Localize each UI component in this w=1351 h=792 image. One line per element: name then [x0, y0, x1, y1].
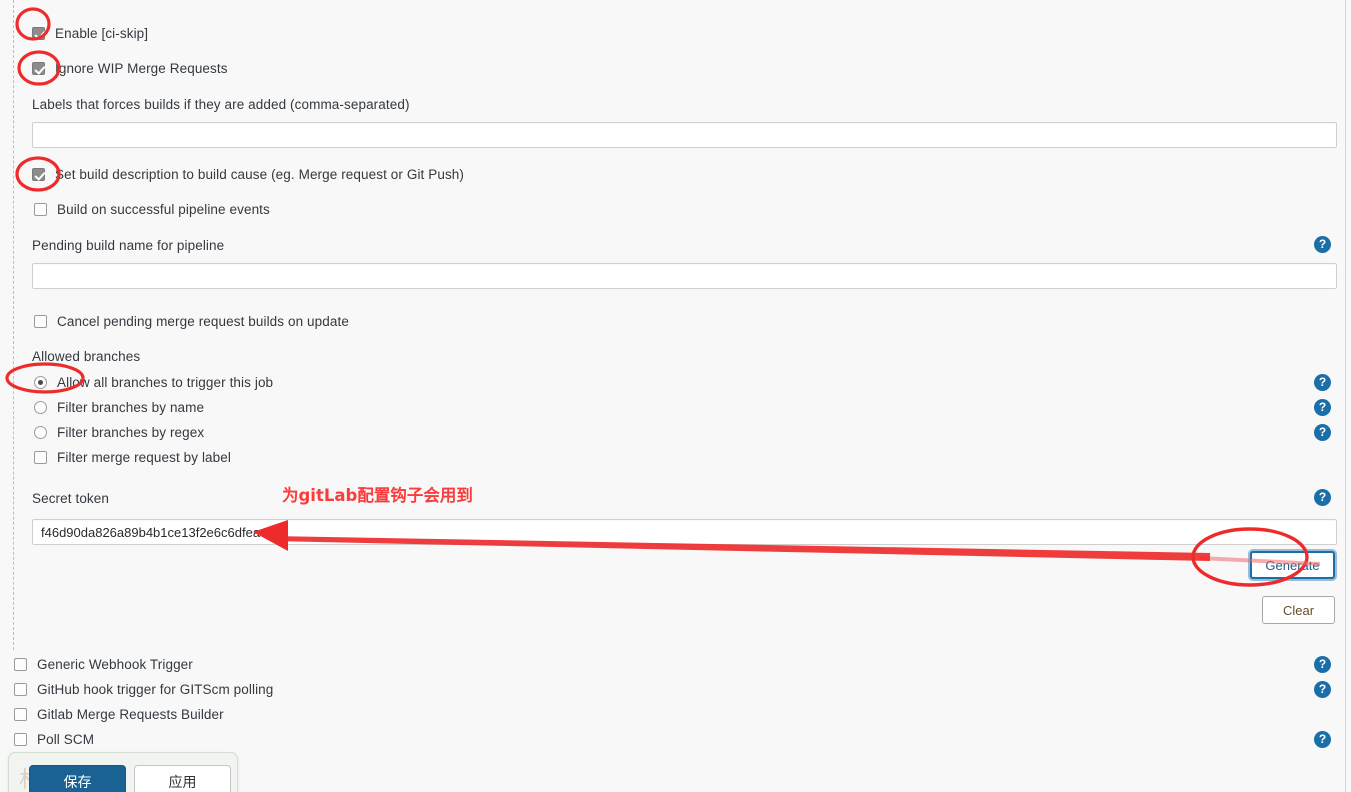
apply-button[interactable]: 应用 [134, 765, 231, 792]
label-set-build-description: Set build description to build cause (eg… [55, 167, 465, 182]
row-ignore-wip-merge-requests[interactable]: Ignore WIP Merge Requests [32, 61, 228, 76]
section-dashed-guide [13, 0, 14, 650]
help-icon-secret-token[interactable]: ? [1314, 489, 1331, 506]
generate-token-button[interactable]: Generate [1250, 551, 1335, 579]
label-filter-branches-by-name: Filter branches by name [57, 400, 205, 415]
clear-token-button[interactable]: Clear [1262, 596, 1335, 624]
row-github-hook-trigger[interactable]: GitHub hook trigger for GITScm polling [14, 682, 273, 697]
row-filter-merge-request-by-label[interactable]: Filter merge request by label [34, 450, 231, 465]
radio-filter-branches-by-regex[interactable] [34, 426, 47, 439]
row-set-build-description[interactable]: Set build description to build cause (eg… [32, 167, 464, 182]
help-icon-pending-build-name[interactable]: ? [1314, 236, 1331, 253]
row-poll-scm[interactable]: Poll SCM [14, 732, 94, 747]
row-generic-webhook-trigger[interactable]: Generic Webhook Trigger [14, 657, 193, 672]
label-build-on-pipeline-events: Build on successful pipeline events [57, 202, 270, 217]
label-enable-ci-skip: Enable [ci-skip] [55, 26, 149, 41]
checkbox-set-build-description[interactable] [32, 168, 45, 181]
label-labels-forces-builds: Labels that forces builds if they are ad… [32, 97, 410, 112]
right-panel-divider [1345, 0, 1346, 792]
label-pending-build-name: Pending build name for pipeline [32, 238, 225, 253]
row-radio-filter-branches-by-regex[interactable]: Filter branches by regex [34, 425, 204, 440]
help-icon-generic-webhook-trigger[interactable]: ? [1314, 656, 1331, 673]
label-cancel-pending-builds: Cancel pending merge request builds on u… [57, 314, 349, 329]
label-poll-scm: Poll SCM [37, 732, 95, 747]
annotation-overlay [5, 7, 1320, 587]
input-secret-token[interactable] [32, 519, 1337, 545]
label-filter-branches-by-regex: Filter branches by regex [57, 425, 205, 440]
row-enable-ci-skip[interactable]: Enable [ci-skip] [32, 26, 148, 41]
help-icon-allow-all-branches[interactable]: ? [1314, 374, 1331, 391]
label-allow-all-branches: Allow all branches to trigger this job [57, 375, 274, 390]
label-github-hook-trigger: GitHub hook trigger for GITScm polling [37, 682, 274, 697]
checkbox-poll-scm[interactable] [14, 733, 27, 746]
label-filter-merge-request-by-label: Filter merge request by label [57, 450, 231, 465]
floating-save-bar: 材 保存 应用 [8, 752, 238, 792]
radio-filter-branches-by-name[interactable] [34, 401, 47, 414]
checkbox-generic-webhook-trigger[interactable] [14, 658, 27, 671]
row-radio-filter-branches-by-name[interactable]: Filter branches by name [34, 400, 204, 415]
checkbox-gitlab-merge-requests-builder[interactable] [14, 708, 27, 721]
checkbox-github-hook-trigger[interactable] [14, 683, 27, 696]
help-icon-poll-scm[interactable]: ? [1314, 731, 1331, 748]
row-cancel-pending-builds[interactable]: Cancel pending merge request builds on u… [34, 314, 349, 329]
jenkins-gitlab-trigger-config-page: Enable [ci-skip] Ignore WIP Merge Reques… [0, 0, 1351, 792]
save-button[interactable]: 保存 [29, 765, 126, 792]
label-secret-token: Secret token [32, 491, 109, 506]
label-generic-webhook-trigger: Generic Webhook Trigger [37, 657, 193, 672]
help-icon-filter-branches-by-regex[interactable]: ? [1314, 424, 1331, 441]
input-labels-forces-builds[interactable] [32, 122, 1337, 148]
checkbox-filter-merge-request-by-label[interactable] [34, 451, 47, 464]
checkbox-enable-ci-skip[interactable] [32, 27, 45, 40]
radio-allow-all-branches[interactable] [34, 376, 47, 389]
row-radio-allow-all-branches[interactable]: Allow all branches to trigger this job [34, 375, 273, 390]
help-icon-filter-branches-by-name[interactable]: ? [1314, 399, 1331, 416]
checkbox-ignore-wip-merge-requests[interactable] [32, 62, 45, 75]
help-icon-github-hook-trigger[interactable]: ? [1314, 681, 1331, 698]
label-allowed-branches: Allowed branches [32, 349, 141, 364]
label-gitlab-merge-requests-builder: Gitlab Merge Requests Builder [37, 707, 224, 722]
checkbox-cancel-pending-builds[interactable] [34, 315, 47, 328]
annotation-chinese-note: 为gitLab配置钩子会用到 [282, 486, 473, 505]
checkbox-build-on-pipeline-events[interactable] [34, 203, 47, 216]
input-pending-build-name[interactable] [32, 263, 1337, 289]
row-gitlab-merge-requests-builder[interactable]: Gitlab Merge Requests Builder [14, 707, 224, 722]
row-build-on-pipeline-events[interactable]: Build on successful pipeline events [34, 202, 270, 217]
label-ignore-wip-merge-requests: Ignore WIP Merge Requests [55, 61, 228, 76]
